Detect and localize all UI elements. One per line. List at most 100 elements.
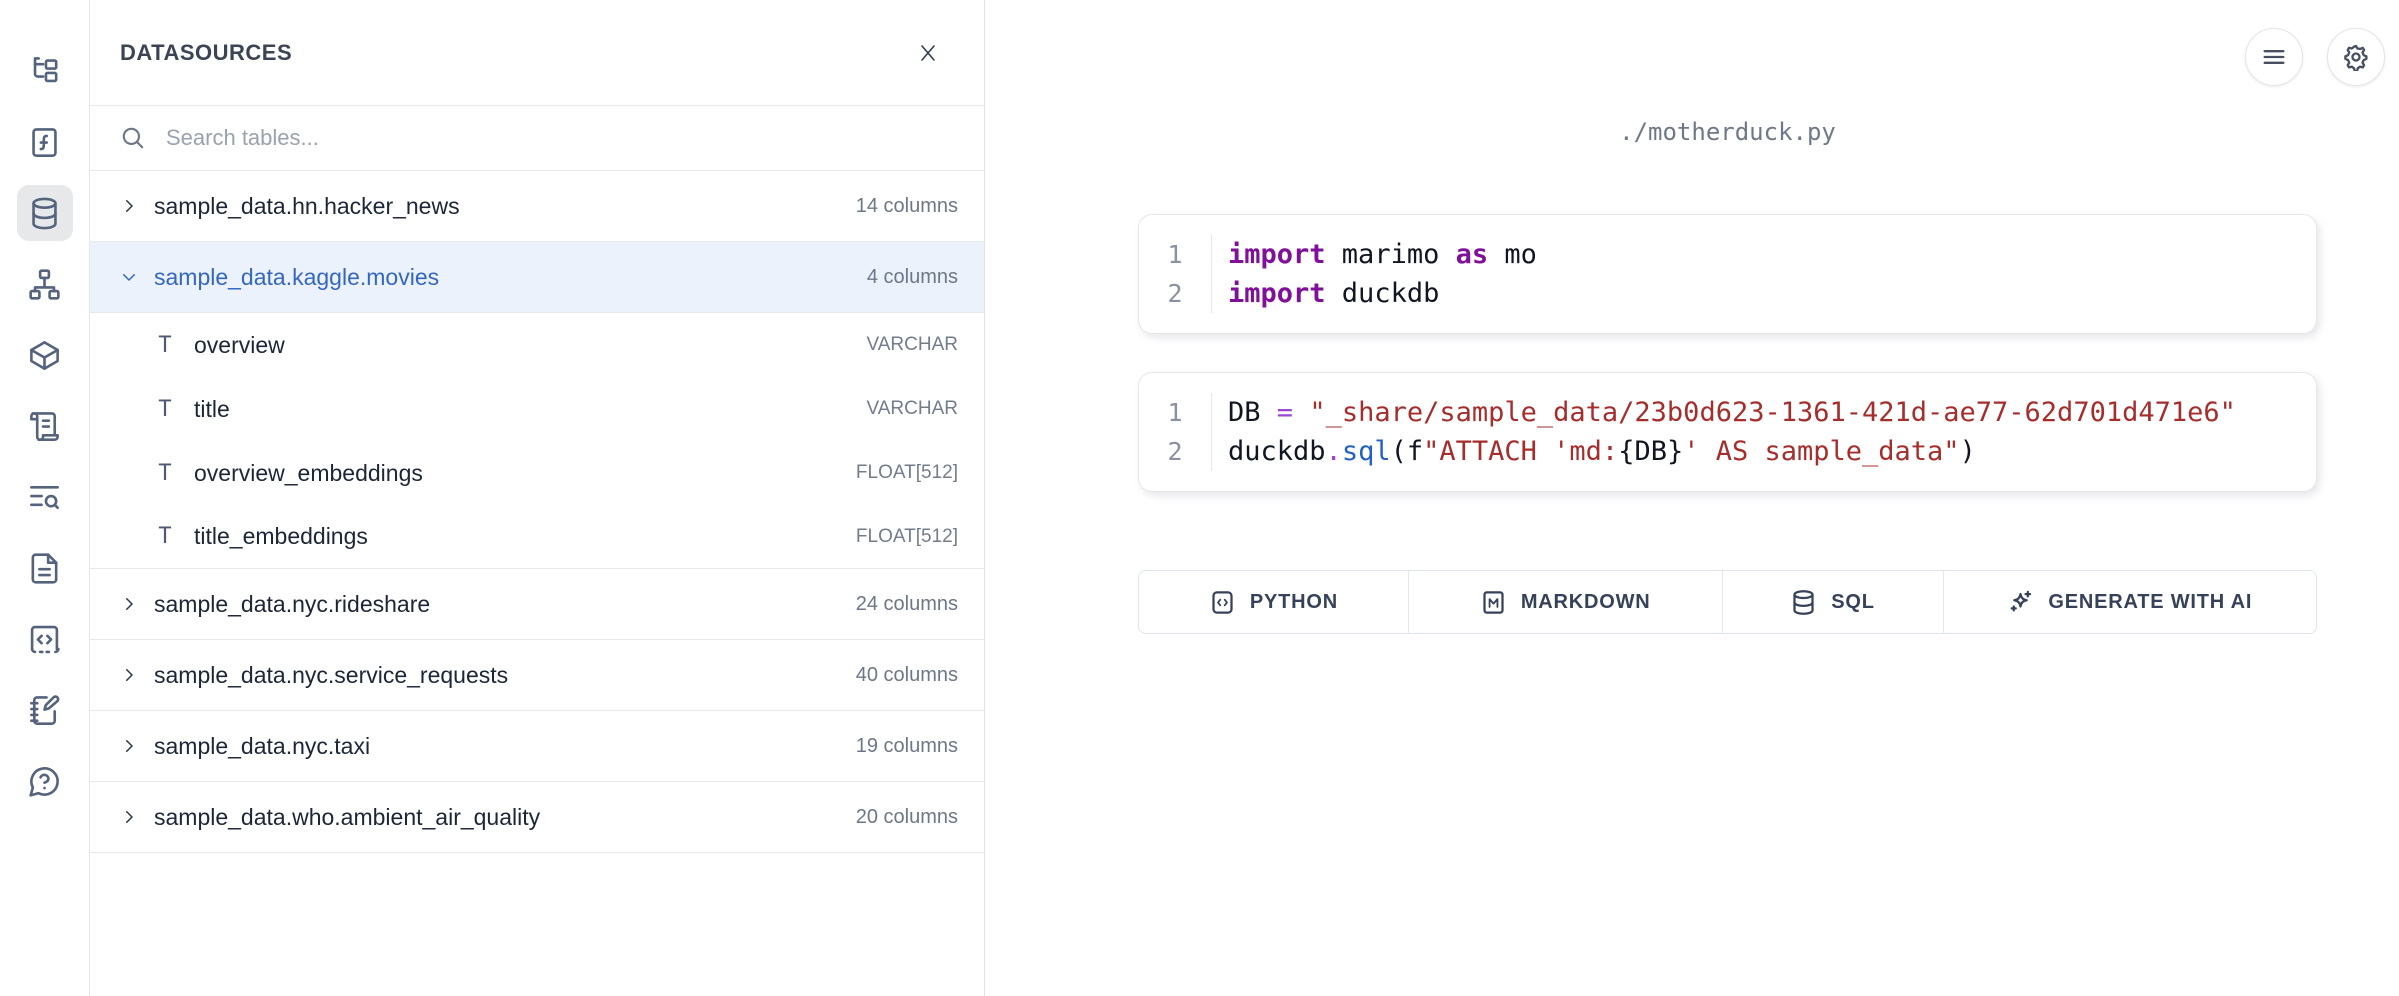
table-name: sample_data.kaggle.movies xyxy=(154,264,855,291)
sidebar-file-tree-button[interactable] xyxy=(17,43,73,99)
column-type: VARCHAR xyxy=(867,398,959,420)
gear-icon xyxy=(2342,43,2370,71)
table-row-selected[interactable]: sample_data.kaggle.movies 4 columns xyxy=(90,242,984,313)
chevron-right-icon xyxy=(120,666,138,684)
sidebar-packages-button[interactable] xyxy=(17,327,73,383)
file-tree-icon xyxy=(27,54,62,89)
code-line: 1 import marimo as mo xyxy=(1139,235,2316,274)
column-name: title_embeddings xyxy=(194,523,844,550)
column-count: 4 columns xyxy=(867,266,958,289)
notebook-content: ./motherduck.py 1 import marimo as mo 2 … xyxy=(1138,0,2317,634)
chevron-down-icon xyxy=(120,268,138,286)
scroll-icon xyxy=(27,409,62,444)
settings-button[interactable] xyxy=(2327,28,2385,86)
package-icon xyxy=(27,338,62,373)
code-cell-imports[interactable]: 1 import marimo as mo 2 import duckdb xyxy=(1138,214,2317,334)
notebook-main: ./motherduck.py 1 import marimo as mo 2 … xyxy=(985,0,2399,996)
column-row[interactable]: T overview_embeddings FLOAT[512] xyxy=(90,441,984,505)
sidebar-dependencies-button[interactable] xyxy=(17,256,73,312)
column-row[interactable]: T overview VARCHAR xyxy=(90,313,984,377)
database-icon xyxy=(27,196,62,231)
datasources-header: DATASOURCES xyxy=(90,0,984,106)
snippets-icon xyxy=(27,622,62,657)
sidebar-help-button[interactable] xyxy=(17,753,73,809)
add-python-cell-button[interactable]: PYTHON xyxy=(1139,571,1409,633)
sidebar-logs-button[interactable] xyxy=(17,398,73,454)
add-sql-label: SQL xyxy=(1831,591,1875,614)
chevron-right-icon xyxy=(120,808,138,826)
column-row[interactable]: T title VARCHAR xyxy=(90,377,984,441)
activity-sidebar xyxy=(0,0,90,996)
column-name: overview xyxy=(194,332,855,359)
table-name: sample_data.hn.hacker_news xyxy=(154,193,844,220)
notebook-filename[interactable]: ./motherduck.py xyxy=(1138,118,2317,146)
code-square-icon xyxy=(1209,589,1236,616)
code-text: import duckdb xyxy=(1212,278,1439,309)
chevron-right-icon xyxy=(120,595,138,613)
table-row[interactable]: sample_data.nyc.taxi 19 columns xyxy=(90,711,984,782)
chevron-right-icon xyxy=(120,737,138,755)
text-type-icon: T xyxy=(154,461,176,486)
table-name: sample_data.nyc.taxi xyxy=(154,733,844,760)
sidebar-scratchpad-button[interactable] xyxy=(17,682,73,738)
close-icon xyxy=(916,41,940,65)
function-icon xyxy=(27,125,62,160)
chevron-right-icon xyxy=(120,197,138,215)
generate-with-ai-label: GENERATE WITH AI xyxy=(2048,591,2252,614)
sidebar-snippets-button[interactable] xyxy=(17,611,73,667)
line-number: 2 xyxy=(1139,274,1212,313)
table-search xyxy=(90,106,984,171)
scratchpad-icon xyxy=(27,693,62,728)
text-type-icon: T xyxy=(154,397,176,422)
add-sql-cell-button[interactable]: SQL xyxy=(1723,571,1944,633)
column-count: 24 columns xyxy=(856,593,958,616)
column-name: title xyxy=(194,396,855,423)
code-line: 1 DB = "_share/sample_data/23b0d623-1361… xyxy=(1139,393,2316,432)
column-name: overview_embeddings xyxy=(194,460,844,487)
table-name: sample_data.nyc.service_requests xyxy=(154,662,844,689)
table-row[interactable]: sample_data.nyc.service_requests 40 colu… xyxy=(90,640,984,711)
column-count: 14 columns xyxy=(856,195,958,218)
sidebar-functions-button[interactable] xyxy=(17,114,73,170)
table-name: sample_data.who.ambient_air_quality xyxy=(154,804,844,831)
table-row[interactable]: sample_data.who.ambient_air_quality 20 c… xyxy=(90,782,984,853)
table-name: sample_data.nyc.rideshare xyxy=(154,591,844,618)
sparkles-icon xyxy=(2007,589,2034,616)
code-text: DB = "_share/sample_data/23b0d623-1361-4… xyxy=(1212,397,2236,428)
column-type: FLOAT[512] xyxy=(856,526,958,548)
sidebar-datasources-button[interactable] xyxy=(17,185,73,241)
column-count: 40 columns xyxy=(856,664,958,687)
search-icon xyxy=(120,125,146,151)
panel-title: DATASOURCES xyxy=(120,40,292,66)
table-row[interactable]: sample_data.hn.hacker_news 14 columns xyxy=(90,171,984,242)
sidebar-documentation-button[interactable] xyxy=(17,540,73,596)
table-list: sample_data.hn.hacker_news 14 columns sa… xyxy=(90,171,984,996)
column-count: 19 columns xyxy=(856,735,958,758)
markdown-icon xyxy=(1480,589,1507,616)
text-type-icon: T xyxy=(154,333,176,358)
code-text: duckdb.sql(f"ATTACH 'md:{DB}' AS sample_… xyxy=(1212,436,1976,467)
text-search-icon xyxy=(27,480,62,515)
add-markdown-cell-button[interactable]: MARKDOWN xyxy=(1409,571,1723,633)
column-row[interactable]: T title_embeddings FLOAT[512] xyxy=(90,505,984,569)
code-line: 2 duckdb.sql(f"ATTACH 'md:{DB}' AS sampl… xyxy=(1139,432,2316,471)
line-number: 1 xyxy=(1139,393,1212,432)
line-number: 2 xyxy=(1139,432,1212,471)
add-python-label: PYTHON xyxy=(1250,591,1338,614)
sidebar-trace-search-button[interactable] xyxy=(17,469,73,525)
datasources-panel: DATASOURCES sample_data.hn.hacker_news 1… xyxy=(90,0,985,996)
add-cell-bar: PYTHON MARKDOWN SQL xyxy=(1138,570,2317,634)
generate-with-ai-button[interactable]: GENERATE WITH AI xyxy=(1944,571,2316,633)
code-text: import marimo as mo xyxy=(1212,239,1537,270)
search-tables-input[interactable] xyxy=(166,125,960,151)
help-icon xyxy=(27,764,62,799)
table-row[interactable]: sample_data.nyc.rideshare 24 columns xyxy=(90,569,984,640)
code-cell-attach-db[interactable]: 1 DB = "_share/sample_data/23b0d623-1361… xyxy=(1138,372,2317,492)
close-panel-button[interactable] xyxy=(908,33,948,73)
marimo-app: DATASOURCES sample_data.hn.hacker_news 1… xyxy=(0,0,2399,996)
database-icon xyxy=(1790,589,1817,616)
sitemap-icon xyxy=(27,267,62,302)
text-type-icon: T xyxy=(154,524,176,549)
column-type: VARCHAR xyxy=(867,334,959,356)
document-icon xyxy=(27,551,62,586)
